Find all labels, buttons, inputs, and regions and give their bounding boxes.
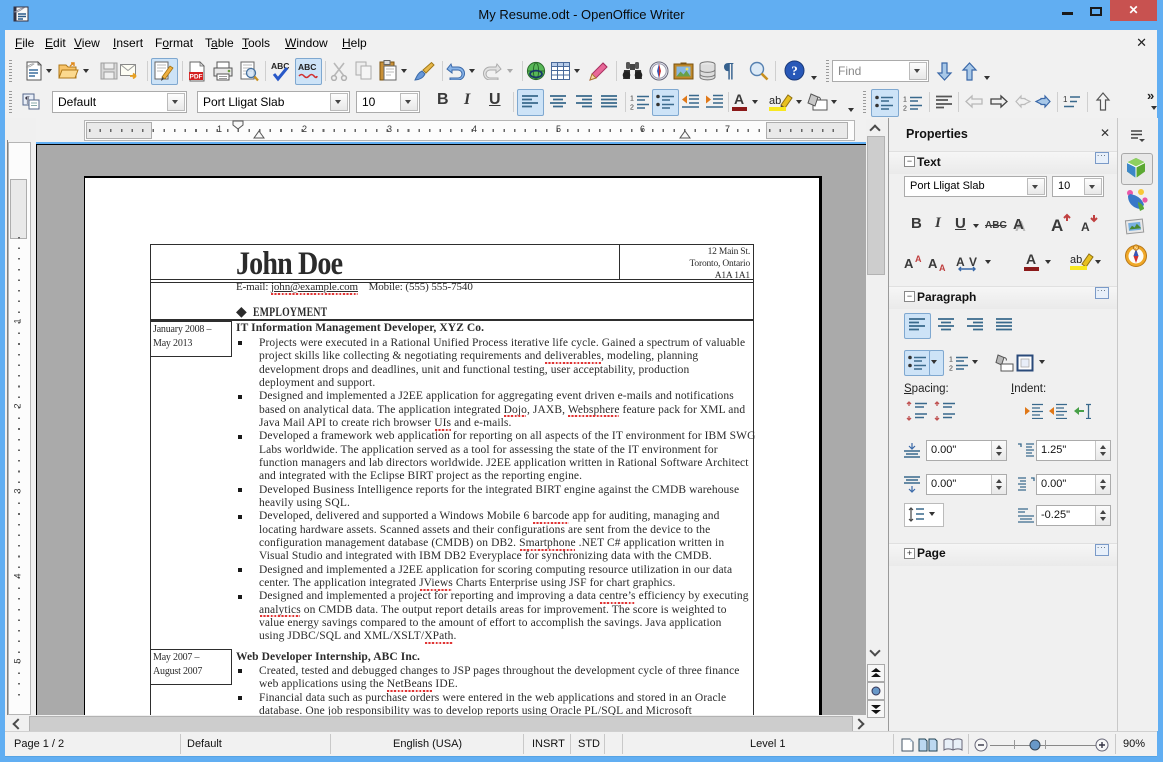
svg-text:2: 2	[630, 105, 634, 111]
svg-text:A: A	[939, 263, 946, 272]
svg-text:V: V	[969, 255, 977, 269]
svg-text:ABC: ABC	[298, 62, 316, 72]
svg-text:?: ?	[791, 63, 798, 78]
svg-text:A: A	[1081, 220, 1090, 234]
svg-text:1: 1	[903, 97, 907, 104]
svg-text:ab: ab	[769, 95, 781, 107]
svg-text:2: 2	[903, 106, 907, 112]
svg-text:A: A	[915, 254, 922, 264]
svg-text:1: 1	[1063, 95, 1068, 104]
svg-text:A: A	[904, 256, 914, 271]
svg-text:A: A	[1051, 216, 1063, 235]
svg-text:1: 1	[630, 96, 634, 103]
svg-text:N: N	[1134, 246, 1137, 251]
svg-text:ab: ab	[1070, 254, 1082, 266]
svg-text:1: 1	[949, 357, 953, 364]
svg-text:PDF: PDF	[190, 74, 203, 81]
svg-text:A: A	[928, 256, 938, 271]
svg-text:2: 2	[949, 366, 953, 372]
